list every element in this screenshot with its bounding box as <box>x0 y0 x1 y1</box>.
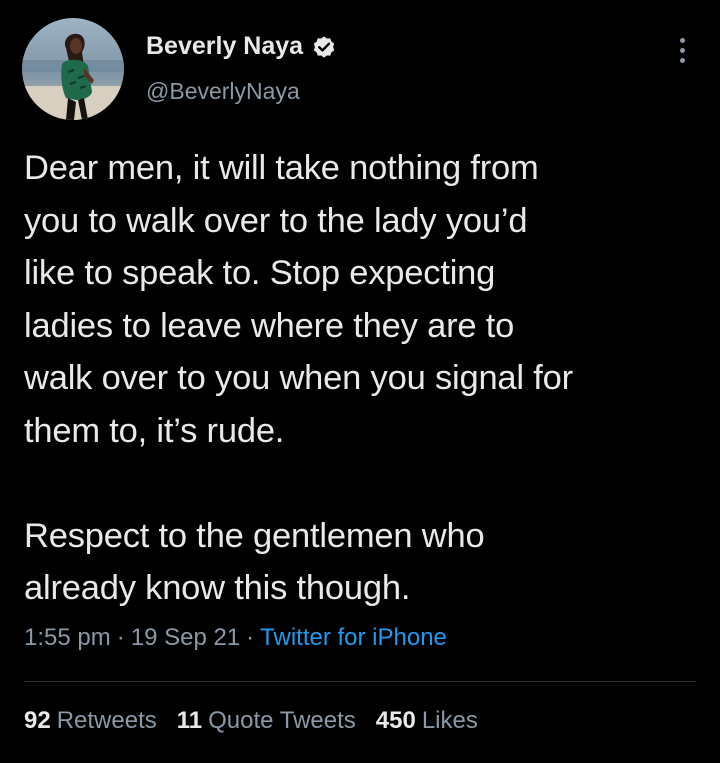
avatar[interactable] <box>22 18 124 120</box>
likes-label: Likes <box>421 707 478 734</box>
likes-count: 450 <box>375 707 416 734</box>
more-options-icon[interactable] <box>668 32 696 68</box>
meta-separator: · <box>246 624 255 651</box>
profile-photo-icon <box>22 18 124 120</box>
retweets-label: Retweets <box>56 707 157 734</box>
tweet-meta: 1:55 pm · 19 Sep 21 · Twitter for iPhone <box>24 624 447 652</box>
engagement-stats: 92 Retweets 11 Quote Tweets 450 Likes <box>24 707 478 735</box>
tweet-source-link[interactable]: Twitter for iPhone <box>260 624 447 651</box>
likes-stat[interactable]: 450 Likes <box>376 707 478 735</box>
tweet-card: Beverly Naya @BeverlyNaya Dear men, it w… <box>0 0 720 763</box>
verified-badge-icon <box>311 34 337 60</box>
quote-tweets-stat[interactable]: 11 Quote Tweets <box>177 707 356 735</box>
quote-tweets-label: Quote Tweets <box>208 707 356 734</box>
tweet-time[interactable]: 1:55 pm <box>24 624 111 651</box>
retweets-stat[interactable]: 92 Retweets <box>24 707 157 735</box>
tweet-date[interactable]: 19 Sep 21 <box>131 624 240 651</box>
quote-tweets-count: 11 <box>176 707 203 734</box>
meta-separator: · <box>116 624 125 651</box>
retweets-count: 92 <box>24 707 51 734</box>
author-name-row: Beverly Naya <box>146 32 337 61</box>
divider <box>24 681 696 682</box>
tweet-paragraph-1: Dear men, it will take nothing from you … <box>24 149 573 450</box>
tweet-paragraph-2: Respect to the gentlemen who already kno… <box>24 516 485 608</box>
author-display-name[interactable]: Beverly Naya <box>146 32 303 61</box>
author-handle[interactable]: @BeverlyNaya <box>146 78 300 105</box>
tweet-body: Dear men, it will take nothing from you … <box>24 142 704 615</box>
